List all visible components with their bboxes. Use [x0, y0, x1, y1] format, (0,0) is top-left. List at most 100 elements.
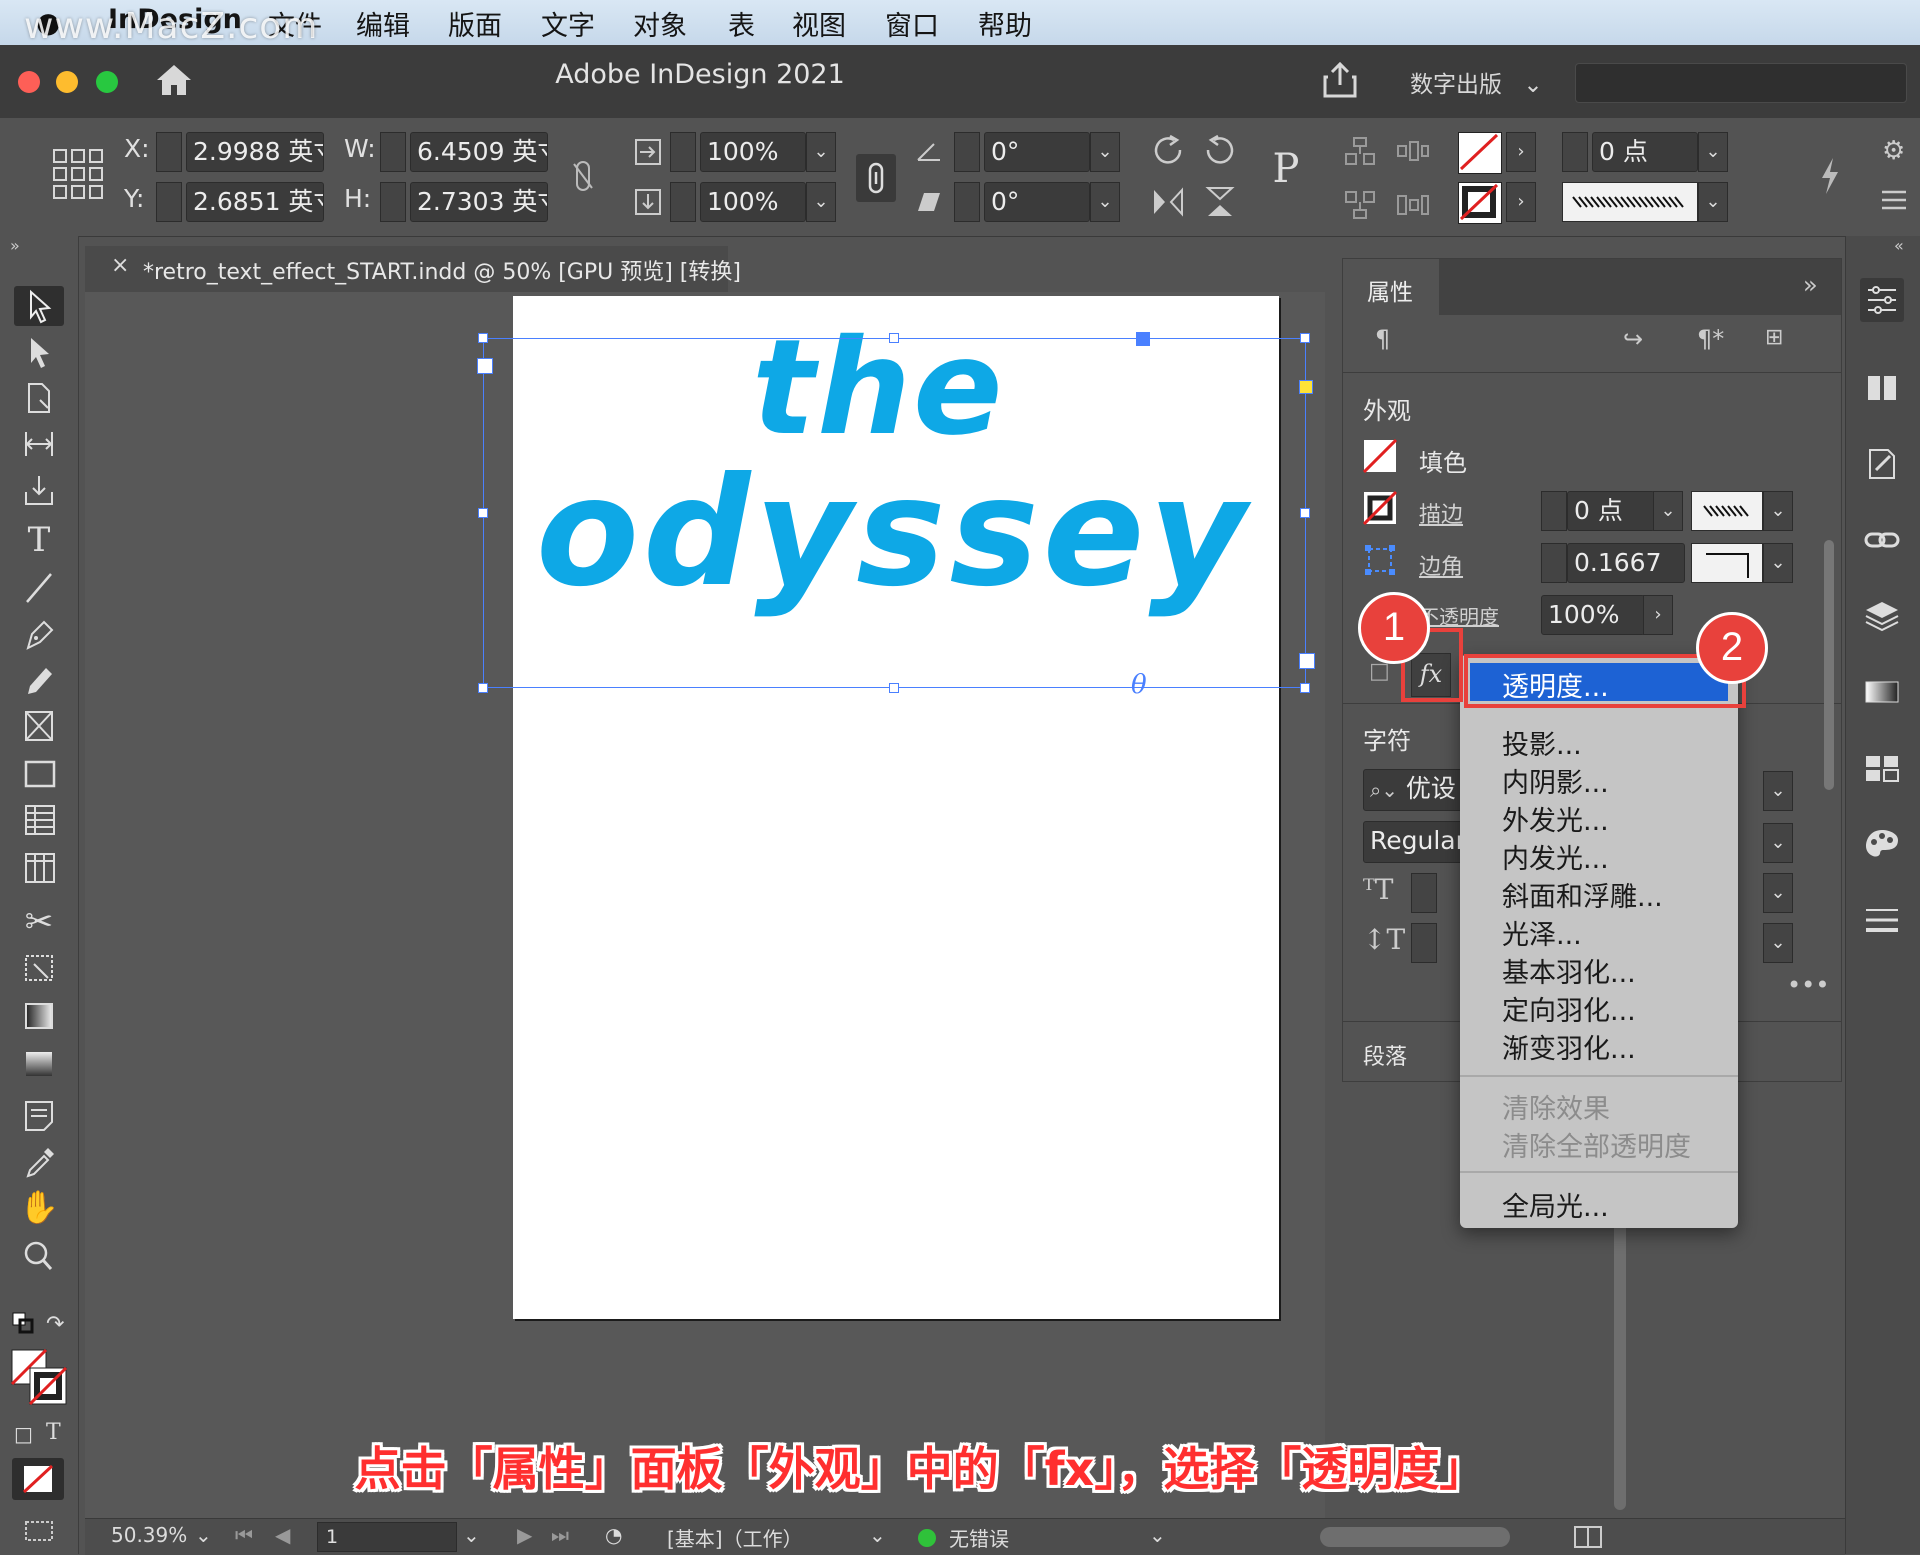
font-size-dropdown[interactable]: ⌄	[1763, 873, 1793, 913]
font-size-stepper[interactable]	[1411, 873, 1437, 913]
pencil-tool-icon[interactable]	[14, 660, 64, 700]
hand-tool-icon[interactable]: ✋	[14, 1188, 64, 1228]
panel-menu-icon[interactable]	[1880, 188, 1908, 212]
scale-x-field[interactable]: 100%	[700, 132, 806, 172]
preflight-profile[interactable]: [基本]（工作）	[667, 1523, 803, 1552]
scale-y-field[interactable]: 100%	[700, 182, 806, 222]
stroke-label[interactable]: 描边	[1419, 497, 1463, 529]
selection-handle[interactable]	[478, 333, 488, 343]
corner-shape-dropdown[interactable]: ⌄	[1763, 543, 1793, 583]
link-icon[interactable]	[856, 154, 896, 202]
layers-panel-icon[interactable]	[1860, 594, 1904, 638]
opacity-dropdown[interactable]: ›	[1643, 595, 1673, 635]
stroke-type-swatch-panel[interactable]	[1691, 491, 1763, 531]
gradient-panel-icon[interactable]	[1860, 670, 1904, 714]
scale-y-dropdown[interactable]: ⌄	[806, 182, 836, 222]
menu-table[interactable]: 表	[728, 4, 755, 43]
h-stepper[interactable]	[380, 182, 406, 222]
y-stepper[interactable]	[156, 182, 182, 222]
shear-stepper[interactable]	[954, 182, 980, 222]
color-panel-icon[interactable]	[1860, 822, 1904, 866]
menu-layout[interactable]: 版面	[448, 4, 502, 43]
gradient-feather-tool-icon[interactable]	[14, 1044, 64, 1084]
menu-item-directional-feather[interactable]: 定向羽化...	[1502, 989, 1636, 1028]
menu-item-basic-feather[interactable]: 基本羽化...	[1502, 951, 1636, 990]
font-style-dropdown[interactable]: ⌄	[1763, 823, 1793, 863]
collapse-toolbar-icon[interactable]: »	[10, 236, 20, 255]
stroke-weight-dropdown[interactable]: ⌄	[1698, 132, 1728, 172]
menu-item-gradient-feather[interactable]: 渐变羽化...	[1502, 1027, 1636, 1066]
selection-handle[interactable]	[478, 683, 488, 693]
selection-tool-icon[interactable]	[14, 286, 64, 326]
font-family-dropdown[interactable]: ⌄	[1763, 771, 1793, 811]
font-style-field[interactable]: Regular	[1363, 821, 1467, 863]
page-number-field[interactable]: 1	[317, 1522, 457, 1552]
menu-item-inner-glow[interactable]: 内发光...	[1502, 837, 1609, 876]
align-top-icon[interactable]	[1342, 134, 1378, 168]
scale-x-stepper[interactable]	[670, 132, 696, 172]
swatches-panel-icon[interactable]	[1860, 746, 1904, 790]
scale-x-dropdown[interactable]: ⌄	[806, 132, 836, 172]
share-icon[interactable]	[1322, 61, 1358, 99]
rectangle-frame-tool-icon[interactable]	[14, 706, 64, 746]
stroke-swatch-icon[interactable]	[1458, 182, 1502, 224]
opacity-field[interactable]: 100%	[1541, 595, 1645, 635]
scale-y-stepper[interactable]	[670, 182, 696, 222]
rotate-cw-icon[interactable]	[1150, 132, 1186, 168]
cc-libraries-icon[interactable]	[1860, 442, 1904, 486]
in-port-handle[interactable]	[477, 358, 493, 374]
w-field[interactable]: 6.4509 英寸	[410, 132, 548, 172]
corner-size-stepper[interactable]	[1541, 543, 1567, 583]
fill-stroke-swatches[interactable]	[10, 1348, 70, 1408]
zoom-dropdown-icon[interactable]: ⌄	[195, 1523, 212, 1547]
align-center-icon[interactable]	[1394, 134, 1430, 168]
panel-scrollbar[interactable]	[1824, 540, 1834, 790]
shear-field[interactable]: 0°	[984, 182, 1090, 222]
zoom-level[interactable]: 50.39%	[111, 1523, 187, 1547]
flip-horizontal-icon[interactable]	[1150, 184, 1186, 220]
selection-handle[interactable]	[889, 683, 899, 693]
stroke-type-dropdown-panel[interactable]: ⌄	[1763, 491, 1793, 531]
page-dropdown-icon[interactable]: ⌄	[463, 1523, 480, 1547]
import-icon[interactable]: ↪	[1623, 325, 1643, 353]
swap-colors-icon[interactable]: ↷	[46, 1312, 64, 1337]
pilcrow-icon[interactable]: ¶	[1375, 325, 1390, 353]
preflight-icon[interactable]: ◔	[605, 1523, 622, 1547]
font-family-field[interactable]: ⌕⌄ 优设	[1363, 769, 1467, 811]
menu-item-drop-shadow[interactable]: 投影...	[1502, 723, 1582, 762]
flip-vertical-icon[interactable]	[1202, 184, 1238, 220]
leading-stepper[interactable]	[1411, 923, 1437, 963]
pen-tool-icon[interactable]	[14, 614, 64, 654]
direct-selection-tool-icon[interactable]	[14, 332, 64, 372]
pages-panel-icon[interactable]	[1860, 366, 1904, 410]
split-view-icon[interactable]	[1573, 1525, 1603, 1549]
x-stepper[interactable]	[156, 132, 182, 172]
corner-size-field[interactable]: 0.1667	[1567, 543, 1685, 583]
menu-object[interactable]: 对象	[633, 4, 687, 43]
screen-mode-icon[interactable]	[22, 1518, 56, 1544]
workspace-switcher[interactable]: 数字出版 ⌄	[1410, 65, 1543, 99]
opacity-label[interactable]: 不透明度	[1419, 601, 1499, 630]
menu-item-bevel-emboss[interactable]: 斜面和浮雕...	[1502, 875, 1663, 914]
rotate-ccw-icon[interactable]	[1202, 132, 1238, 168]
next-page-icon[interactable]: ▶	[517, 1523, 532, 1547]
gap-tool-icon[interactable]	[14, 424, 64, 464]
selection-handle[interactable]	[478, 508, 488, 518]
corner-shape-swatch[interactable]	[1691, 543, 1763, 583]
stroke-type-swatch[interactable]	[1562, 182, 1698, 222]
free-transform-tool-icon[interactable]	[14, 948, 64, 988]
document-tab[interactable]: × *retro_text_effect_START.indd @ 50% [G…	[85, 246, 741, 292]
last-page-icon[interactable]: ⏭	[551, 1523, 569, 1547]
zoom-tool-icon[interactable]	[14, 1236, 64, 1276]
gear-icon[interactable]: ⚙	[1882, 136, 1905, 166]
stroke-swatch-dropdown[interactable]: ›	[1506, 182, 1536, 222]
leading-dropdown[interactable]: ⌄	[1763, 923, 1793, 963]
corner-label[interactable]: 边角	[1419, 549, 1463, 581]
first-page-icon[interactable]: ⏮	[235, 1523, 253, 1547]
stroke-panel-icon[interactable]	[1860, 898, 1904, 942]
menu-help[interactable]: 帮助	[978, 4, 1032, 43]
expand-dock-icon[interactable]: «	[1894, 236, 1904, 255]
fill-swatch-dropdown[interactable]: ›	[1506, 132, 1536, 172]
fill-swatch-icon[interactable]	[1458, 132, 1502, 174]
page-tool-icon[interactable]	[14, 378, 64, 418]
